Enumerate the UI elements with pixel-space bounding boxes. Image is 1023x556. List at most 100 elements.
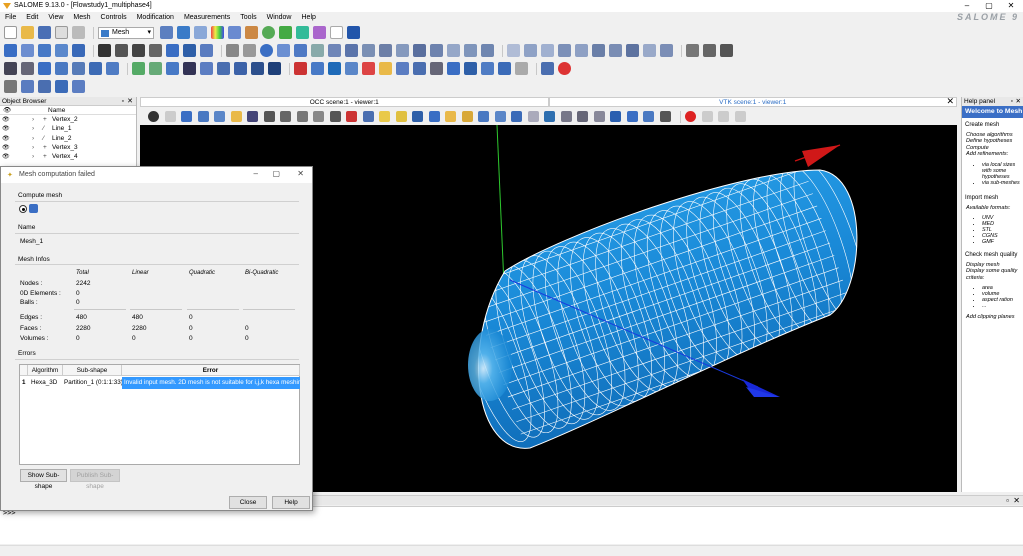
remove-orphan-nodes-icon[interactable]	[720, 44, 733, 57]
bounding-box-icon[interactable]	[21, 80, 34, 93]
menu-mesh[interactable]: Mesh	[68, 12, 95, 23]
back-view-icon[interactable]	[395, 111, 407, 122]
module-selector[interactable]: Mesh ▾	[98, 26, 154, 39]
quadratic-tetra-icon[interactable]	[507, 44, 520, 57]
hexahedron-icon[interactable]	[345, 44, 358, 57]
error-message-cell[interactable]: Invalid input mesh. 2D mesh is not suita…	[122, 377, 300, 389]
new-file-icon[interactable]	[4, 26, 17, 39]
polygon-icon[interactable]	[311, 44, 324, 57]
biquadratic-quad-icon[interactable]	[575, 44, 588, 57]
close-window-button[interactable]: ✕	[1001, 0, 1021, 12]
maximize-button[interactable]: ▢	[979, 0, 999, 12]
right-view-icon[interactable]	[461, 111, 473, 122]
rect-select-icon[interactable]	[197, 111, 209, 122]
prism-icon[interactable]	[413, 44, 426, 57]
dump-icon[interactable]	[659, 111, 671, 122]
revolution-icon[interactable]	[217, 62, 230, 75]
front-view-icon[interactable]	[379, 111, 390, 122]
polyhedron-icon[interactable]	[396, 44, 409, 57]
rotation-icon[interactable]	[55, 62, 68, 75]
cube-icon[interactable]	[328, 62, 341, 75]
dialog-close-button[interactable]: ✕	[297, 169, 304, 178]
quadratic-quad-icon[interactable]	[481, 44, 494, 57]
quadratic-penta-icon[interactable]	[541, 44, 554, 57]
reorient-icon[interactable]	[464, 62, 477, 75]
cutting-quads-icon[interactable]	[396, 62, 409, 75]
split-biquadratic-icon[interactable]	[481, 62, 494, 75]
merge-nodes-icon[interactable]	[132, 62, 145, 75]
zoom-icon[interactable]	[313, 111, 324, 122]
chevron-right-icon[interactable]: ›	[32, 134, 34, 143]
close-button[interactable]: Close	[229, 496, 267, 509]
polygon-select-icon[interactable]	[214, 111, 225, 122]
column-name-header[interactable]: Name	[48, 106, 65, 115]
sew-icon[interactable]	[166, 62, 179, 75]
errors-table[interactable]: Algorithm Sub-shape Error 1 Hexa_3D Part…	[19, 364, 300, 465]
record-icon[interactable]	[685, 111, 696, 122]
study-module-icon[interactable]	[330, 26, 343, 39]
dump-view-icon[interactable]	[148, 111, 159, 122]
length-icon[interactable]	[72, 80, 85, 93]
bottom-view-icon[interactable]	[428, 111, 440, 122]
copy-mesh-icon[interactable]	[72, 44, 85, 57]
diagonal-inversion-icon[interactable]	[345, 62, 358, 75]
fit-all-icon[interactable]	[263, 111, 275, 122]
tree-row-vertex-4[interactable]: 👁 › + Vertex_4	[0, 152, 136, 161]
synchronize-icon[interactable]	[643, 111, 654, 122]
node-icon[interactable]	[226, 44, 239, 57]
clipping-icon[interactable]	[577, 111, 588, 122]
rotate-clockwise-icon[interactable]	[478, 111, 489, 122]
close-view-button[interactable]: ✕	[946, 96, 954, 107]
rotate-counterclockwise-icon[interactable]	[494, 111, 506, 122]
dialog-minimize-button[interactable]: –	[254, 169, 258, 178]
menu-tools[interactable]: Tools	[235, 12, 261, 23]
eye-icon[interactable]: 👁	[2, 153, 10, 162]
paste-icon[interactable]	[72, 26, 85, 39]
axes-icon[interactable]	[247, 111, 258, 122]
merge-elements-icon[interactable]	[149, 62, 162, 75]
mesh-element-icon[interactable]	[183, 44, 196, 57]
change-rotation-point-icon[interactable]	[560, 111, 572, 122]
view-parameters-icon[interactable]	[626, 111, 638, 122]
translation-icon[interactable]	[38, 62, 51, 75]
chevron-right-icon[interactable]: ›	[32, 115, 34, 124]
slot-icon[interactable]	[498, 62, 511, 75]
minimize-button[interactable]: –	[957, 0, 977, 12]
pentahedron-icon[interactable]	[362, 44, 375, 57]
triangle-icon[interactable]	[277, 44, 290, 57]
create-mesh-icon[interactable]	[4, 44, 17, 57]
close-panel-button[interactable]: ✕	[1013, 496, 1020, 505]
symmetry-icon[interactable]	[72, 62, 85, 75]
preview-icon[interactable]	[115, 44, 128, 57]
projection-mode-icon[interactable]	[593, 111, 605, 122]
create-submesh-icon[interactable]	[21, 44, 34, 57]
quadratic-hexa-icon[interactable]	[558, 44, 571, 57]
python-console[interactable]: >>>	[0, 506, 1023, 544]
menu-modification[interactable]: Modification	[132, 12, 179, 23]
quadratic-prism-icon[interactable]	[660, 44, 673, 57]
union-triangles-icon[interactable]	[362, 62, 375, 75]
quadrangle-icon[interactable]	[294, 44, 307, 57]
open-folder-icon[interactable]	[21, 26, 34, 39]
error-header[interactable]: Error	[122, 365, 300, 376]
biquadratic-triangle-icon[interactable]	[626, 44, 639, 57]
statistics-module-icon[interactable]	[347, 26, 360, 39]
chevron-right-icon[interactable]: ›	[32, 143, 34, 152]
menu-edit[interactable]: Edit	[21, 12, 43, 23]
trihedron-icon[interactable]	[164, 111, 176, 122]
pyramid-icon[interactable]	[379, 44, 392, 57]
help-button[interactable]: Help	[272, 496, 310, 509]
dialog-maximize-button[interactable]: ▢	[272, 169, 280, 178]
add-node-icon[interactable]	[413, 62, 426, 75]
algorithm-header[interactable]: Algorithm	[28, 365, 63, 376]
remove-elements-icon[interactable]	[703, 44, 716, 57]
float-panel-button[interactable]: ▫	[1006, 496, 1009, 505]
transfer-icon[interactable]	[515, 62, 528, 75]
mesh-module-icon[interactable]	[177, 26, 190, 39]
geometry-module-icon[interactable]	[160, 26, 173, 39]
min-distance-icon[interactable]	[4, 80, 17, 93]
edge-icon[interactable]	[243, 44, 256, 57]
scale-icon[interactable]	[89, 62, 102, 75]
quadratic-polygon-icon[interactable]	[609, 44, 622, 57]
homard-module-icon[interactable]	[262, 26, 275, 39]
